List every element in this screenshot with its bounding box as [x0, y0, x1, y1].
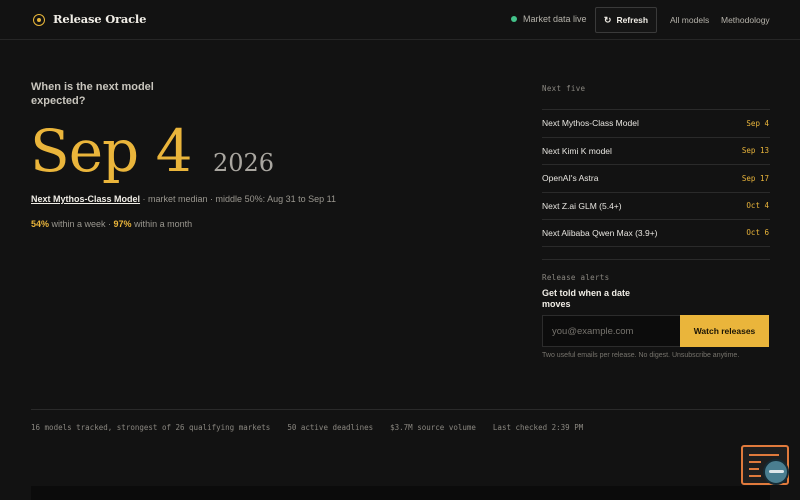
next-five-label: Next five [542, 84, 586, 93]
floating-inspector-icon[interactable] [741, 445, 789, 485]
release-date: Sep 4 [746, 118, 769, 128]
alerts-divider [542, 259, 770, 260]
release-name: Next Alibaba Qwen Max (3.9+) [542, 227, 658, 238]
next-five-list: Next Mythos-Class Model Sep 4 Next Kimi … [542, 109, 770, 247]
list-item[interactable]: Next Z.ai GLM (5.4+) Oct 4 [542, 191, 770, 220]
release-date: Sep 13 [741, 146, 769, 156]
list-item[interactable]: Next Kimi K model Sep 13 [542, 136, 770, 165]
logo-icon [33, 14, 45, 26]
probabilities: 54% within a week · 97% within a month [31, 219, 192, 229]
stat-last-checked: Last checked 2:39 PM [492, 423, 584, 432]
model-link[interactable]: Next Mythos-Class Model [31, 194, 140, 204]
refresh-button[interactable]: ↻ Refresh [595, 7, 657, 33]
refresh-icon: ↻ [603, 14, 612, 25]
month-text: within a month [131, 219, 193, 229]
magnifier-icon [763, 459, 789, 485]
release-name: OpenAI's Astra [542, 173, 599, 184]
stat-active-deadlines: 50 active deadlines [287, 423, 374, 432]
widget-line [749, 475, 761, 477]
footer-stats: 16 models tracked, strongest of 26 quali… [31, 423, 600, 432]
list-item[interactable]: Next Mythos-Class Model Sep 4 [542, 109, 770, 137]
footer-divider [31, 409, 770, 410]
release-date: Sep 17 [741, 173, 769, 183]
release-name: Next Mythos-Class Model [542, 118, 639, 129]
week-probability: 54% [31, 219, 50, 229]
predicted-date: Sep 4 2026 [30, 118, 274, 188]
release-alerts-label: Release alerts [542, 273, 610, 282]
release-date: Oct 6 [746, 228, 769, 238]
widget-line [749, 454, 779, 456]
list-item[interactable]: Next Alibaba Qwen Max (3.9+) Oct 6 [542, 219, 770, 247]
widget-line [749, 468, 759, 470]
nav-all-models[interactable]: All models [670, 15, 709, 25]
watch-releases-button[interactable]: Watch releases [680, 315, 769, 347]
release-date: Oct 4 [746, 201, 769, 211]
top-bar: Release Oracle Market data live ↻ Refres… [0, 0, 800, 40]
list-item[interactable]: OpenAI's Astra Sep 17 [542, 164, 770, 192]
refresh-label: Refresh [616, 15, 649, 25]
alerts-title: Get told when a date moves [542, 288, 631, 309]
predicted-year: 2026 [212, 149, 275, 177]
brand-name[interactable]: Release Oracle [53, 12, 146, 26]
release-name: Next Kimi K model [542, 145, 612, 156]
release-name: Next Z.ai GLM (5.4+) [542, 200, 622, 211]
alerts-note: Two useful emails per release. No digest… [542, 352, 740, 359]
predicted-date-day: Sep 4 [30, 117, 193, 185]
bottom-strip [31, 486, 770, 500]
nav-methodology[interactable]: Methodology [721, 15, 770, 25]
market-status: Market data live [511, 14, 587, 24]
email-field[interactable] [542, 315, 680, 347]
status-text: Market data live [523, 14, 587, 24]
live-dot-icon [511, 16, 517, 22]
widget-line [749, 461, 761, 463]
meta-text: · market median · middle 50%: Aug 31 to … [140, 194, 336, 204]
month-probability: 97% [113, 219, 132, 229]
stat-source-volume: $3.7M source volume [390, 423, 476, 432]
week-text: within a week · [49, 219, 114, 229]
hero-question: When is the next model expected? [31, 81, 154, 107]
stat-models-tracked: 16 models tracked, strongest of 26 quali… [31, 423, 271, 432]
prediction-meta: Next Mythos-Class Model · market median … [31, 194, 336, 204]
